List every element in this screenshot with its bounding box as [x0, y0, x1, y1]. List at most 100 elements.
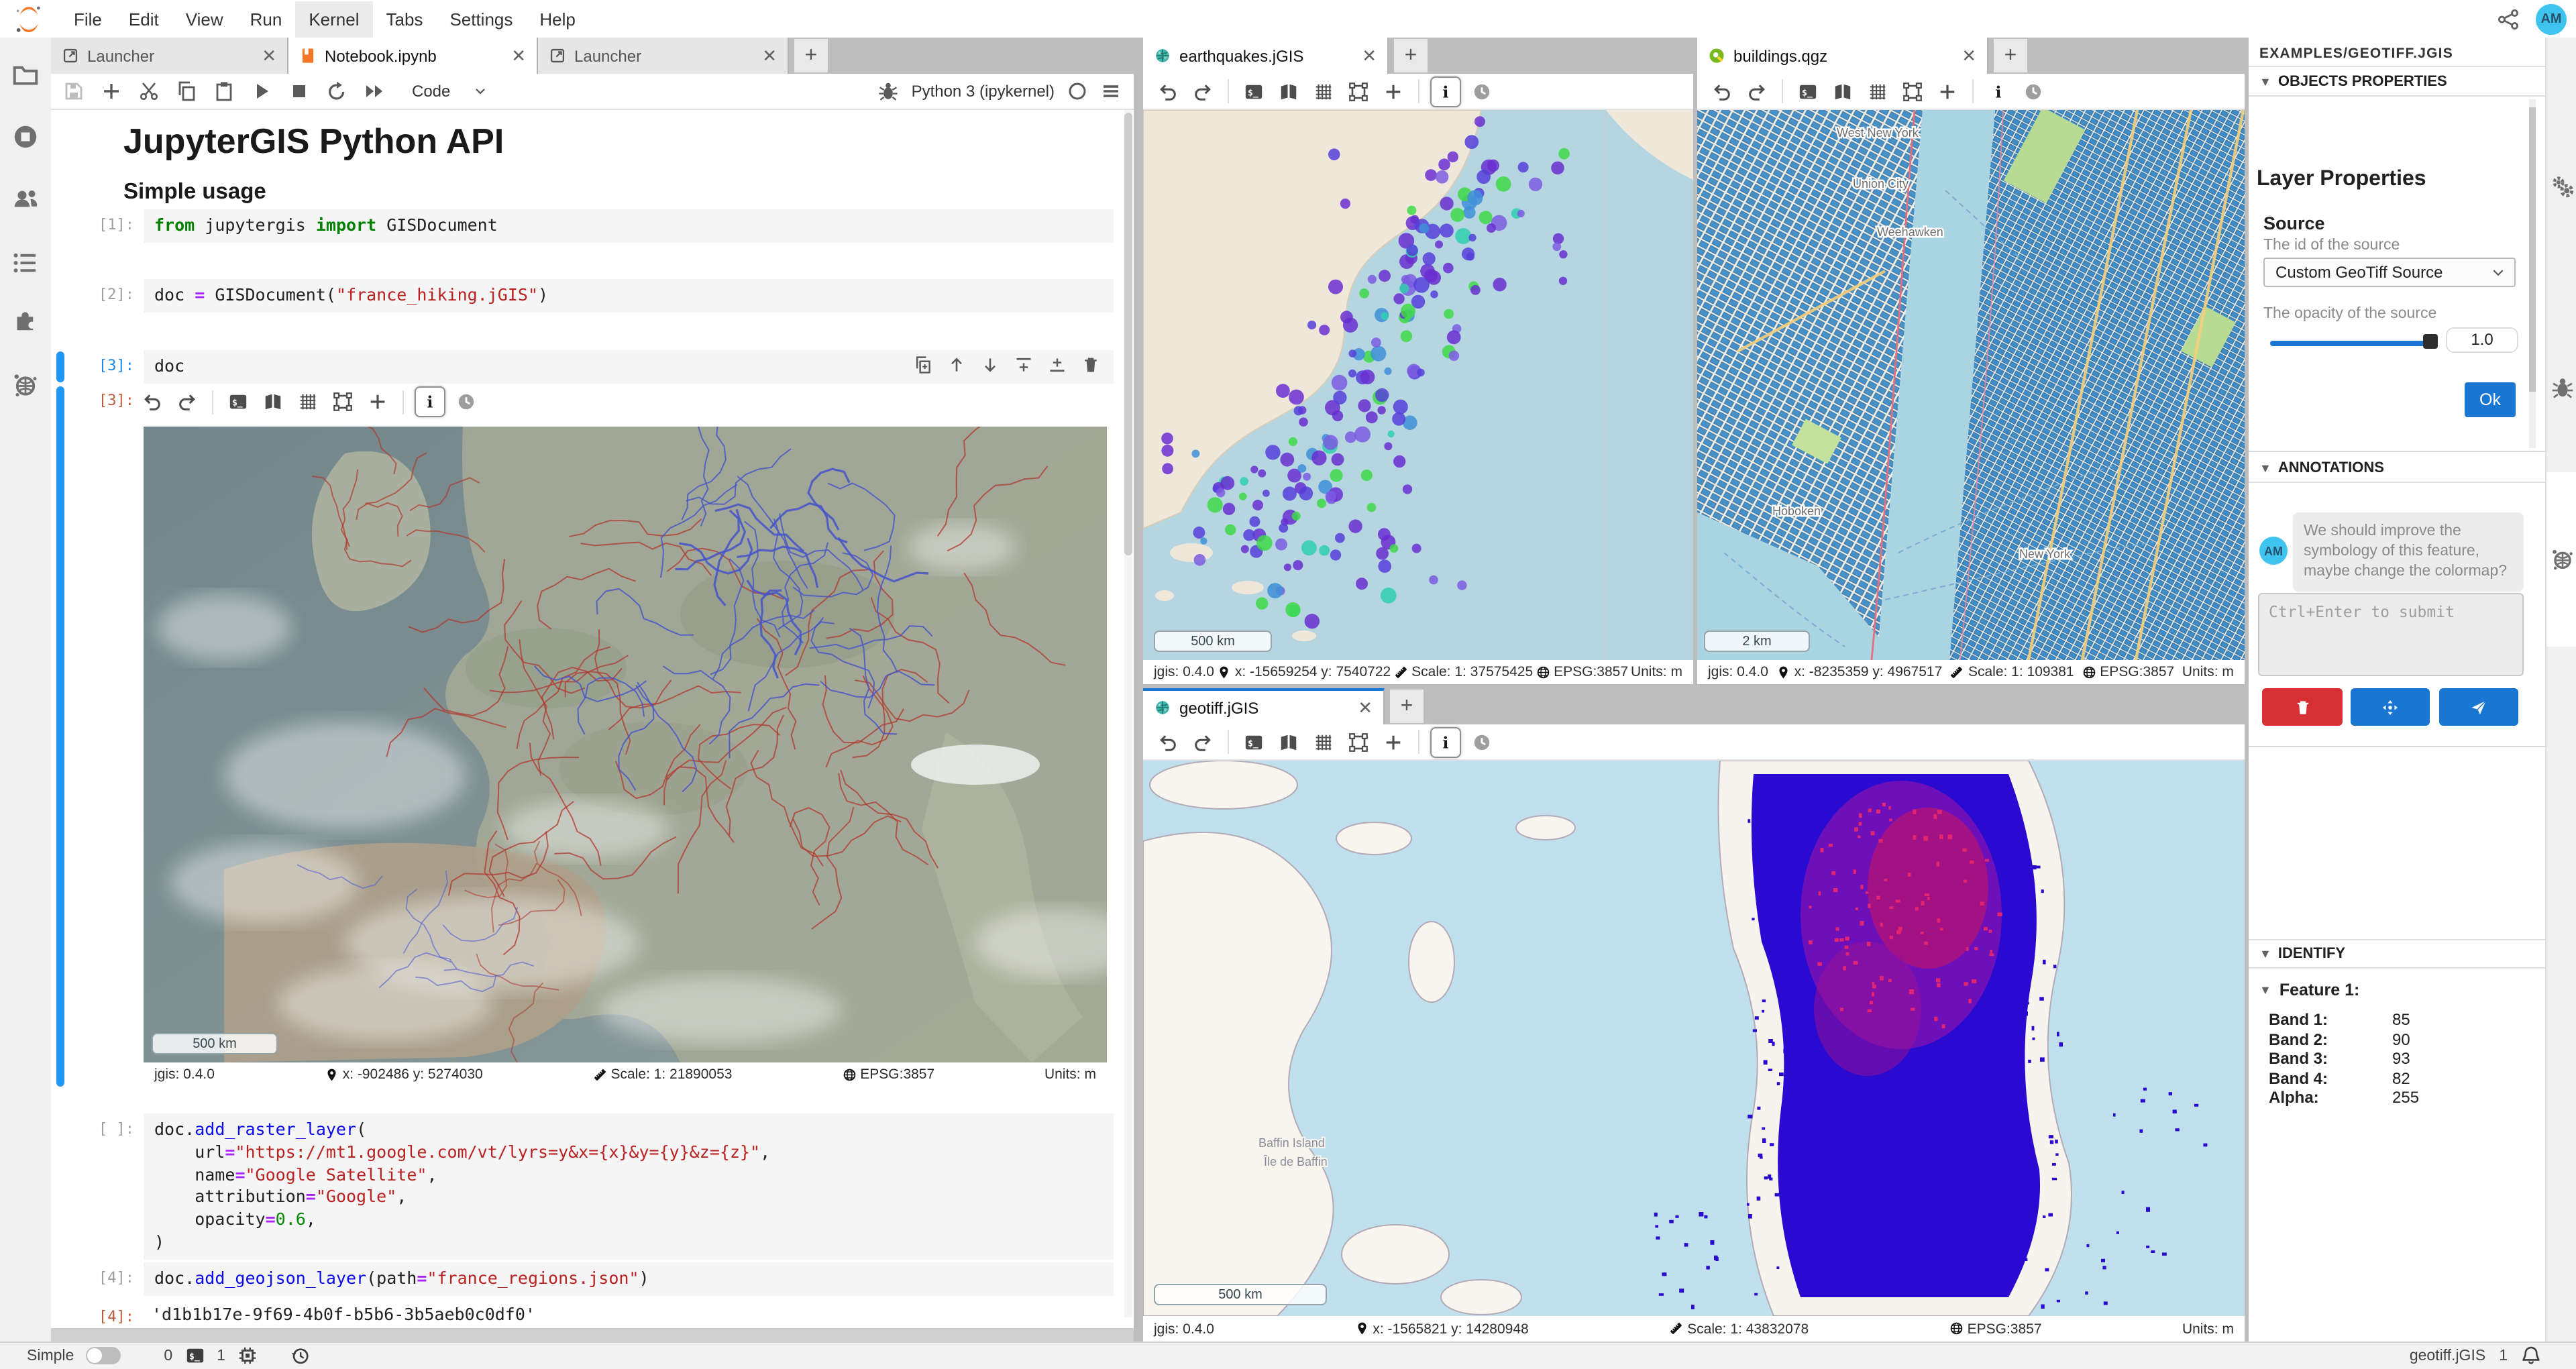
map-book-icon[interactable] — [1275, 728, 1303, 756]
identify-icon[interactable]: i — [1430, 76, 1461, 107]
annotations-section-header[interactable]: ▼ ANNOTATIONS — [2249, 453, 2545, 483]
select-region-icon[interactable] — [1344, 77, 1373, 105]
code-cell-input[interactable]: from jupytergis import GISDocument — [144, 209, 1114, 243]
code-cell-input[interactable]: doc — [144, 350, 1114, 384]
cell-dup-icon[interactable] — [914, 355, 932, 374]
code-cell-input[interactable]: doc = GISDocument("france_hiking.jGIS") — [144, 279, 1114, 313]
cell-up-icon[interactable] — [947, 355, 966, 374]
menu-kernel[interactable]: Kernel — [295, 1, 372, 37]
cell-insab-icon[interactable] — [1014, 355, 1033, 374]
redo-icon[interactable] — [1743, 77, 1771, 105]
cell-down-icon[interactable] — [981, 355, 1000, 374]
paste-cell-icon[interactable] — [213, 80, 235, 102]
map-book-icon[interactable] — [259, 388, 287, 416]
running-sessions-icon[interactable] — [12, 123, 39, 150]
time-slider-icon[interactable] — [452, 388, 480, 416]
panel-scrollbar[interactable] — [2529, 99, 2536, 448]
jupytergis-icon[interactable] — [12, 372, 39, 398]
cell-insbe-icon[interactable] — [1048, 355, 1067, 374]
add-tab-button[interactable]: + — [1390, 690, 1424, 723]
earthquakes-map[interactable]: 500 km — [1143, 110, 1693, 660]
tab-earthquakes[interactable]: earthquakes.jGIS ✕ — [1143, 38, 1389, 74]
history-icon[interactable] — [290, 1346, 310, 1366]
tab-geotiff[interactable]: geotiff.jGIS ✕ — [1143, 688, 1385, 724]
buildings-map[interactable]: West New YorkUnion CityWeehawkenHobokenN… — [1697, 110, 2245, 660]
ok-button[interactable]: Ok — [2465, 382, 2516, 417]
bell-icon[interactable] — [2521, 1346, 2541, 1366]
geotiff-map[interactable]: Baffin IslandÎle de Baffin 500 km — [1143, 761, 2245, 1316]
source-id-select[interactable]: Custom GeoTiff Source — [2263, 258, 2516, 287]
gis-panel-icon[interactable] — [2550, 547, 2574, 571]
share-icon[interactable] — [2497, 7, 2520, 30]
menu-file[interactable]: File — [60, 1, 115, 37]
user-avatar[interactable]: AM — [2536, 3, 2567, 34]
add-tab-button[interactable]: + — [1394, 39, 1428, 72]
code-cell-input[interactable]: doc.add_geojson_layer(path="france_regio… — [144, 1262, 1114, 1296]
close-tab-icon[interactable]: ✕ — [1350, 697, 1373, 718]
grid-icon[interactable] — [1309, 728, 1338, 756]
select-region-icon[interactable] — [1898, 77, 1927, 105]
run-cell-icon[interactable] — [251, 80, 272, 102]
debugger-icon[interactable] — [2550, 376, 2574, 400]
restart-kernel-icon[interactable] — [326, 80, 347, 102]
file-browser-icon[interactable] — [12, 62, 39, 89]
map-book-icon[interactable] — [1275, 77, 1303, 105]
time-slider-icon[interactable] — [1468, 77, 1496, 105]
console-icon[interactable]: $_ — [1240, 77, 1268, 105]
add-cell-icon[interactable] — [101, 80, 122, 102]
identify-icon[interactable]: i — [415, 386, 445, 417]
france-hiking-map[interactable]: 500 km — [144, 427, 1107, 1062]
undo-icon[interactable] — [1708, 77, 1736, 105]
save-icon[interactable] — [63, 80, 85, 102]
restart-run-all-icon[interactable] — [364, 80, 385, 102]
notebook-hscrollbar[interactable] — [51, 1328, 1134, 1341]
submit-annotation-button[interactable] — [2439, 688, 2518, 726]
identify-section-header[interactable]: ▼ IDENTIFY — [2249, 939, 2545, 969]
annotation-input[interactable] — [2258, 593, 2524, 676]
select-region-icon[interactable] — [1344, 728, 1373, 756]
console-icon[interactable]: $_ — [1794, 77, 1822, 105]
add-layer-icon[interactable] — [364, 388, 392, 416]
cut-cell-icon[interactable] — [138, 80, 160, 102]
time-slider-icon[interactable] — [2019, 77, 2047, 105]
tab-buildings[interactable]: buildings.qgz ✕ — [1697, 38, 1988, 74]
menu-edit[interactable]: Edit — [115, 1, 172, 37]
add-layer-icon[interactable] — [1379, 77, 1407, 105]
grid-icon[interactable] — [294, 388, 322, 416]
grid-icon[interactable] — [1309, 77, 1338, 105]
add-layer-icon[interactable] — [1379, 728, 1407, 756]
identify-feature[interactable]: ▼ Feature 1: — [2259, 981, 2359, 999]
property-inspector-icon[interactable] — [2550, 174, 2574, 199]
tab-launcher[interactable]: Launcher✕ — [51, 38, 288, 74]
identify-icon[interactable]: i — [1430, 726, 1461, 757]
menu-settings[interactable]: Settings — [436, 1, 526, 37]
redo-icon[interactable] — [1189, 728, 1217, 756]
undo-icon[interactable] — [1154, 728, 1182, 756]
console-icon[interactable]: $_ — [224, 388, 252, 416]
objects-properties-section-header[interactable]: ▼ OBJECTS PROPERTIES — [2249, 67, 2545, 97]
select-region-icon[interactable] — [329, 388, 357, 416]
collaboration-icon[interactable] — [12, 185, 39, 212]
debugger-toggle-icon[interactable] — [878, 80, 900, 102]
identify-icon[interactable]: i — [1984, 77, 2012, 105]
terminal-icon[interactable]: $_ — [184, 1346, 205, 1366]
delete-annotation-button[interactable] — [2262, 688, 2343, 726]
grid-icon[interactable] — [1864, 77, 1892, 105]
menu-view[interactable]: View — [172, 1, 237, 37]
menu-run[interactable]: Run — [237, 1, 296, 37]
redo-icon[interactable] — [173, 388, 201, 416]
map-book-icon[interactable] — [1829, 77, 1857, 105]
redo-icon[interactable] — [1189, 77, 1217, 105]
interrupt-kernel-icon[interactable] — [288, 80, 310, 102]
opacity-slider-knob[interactable] — [2423, 334, 2438, 349]
close-tab-icon[interactable]: ✕ — [754, 45, 777, 66]
close-tab-icon[interactable]: ✕ — [503, 45, 526, 66]
output-collapser[interactable] — [56, 386, 64, 1087]
copy-cell-icon[interactable] — [176, 80, 197, 102]
menu-help[interactable]: Help — [526, 1, 589, 37]
kernel-icon[interactable] — [237, 1346, 258, 1366]
simple-mode-toggle[interactable] — [86, 1347, 121, 1364]
cell-trash-icon[interactable] — [1081, 355, 1100, 374]
console-icon[interactable]: $_ — [1240, 728, 1268, 756]
code-cell-input[interactable]: doc.add_raster_layer( url="https://mt1.g… — [144, 1113, 1114, 1260]
